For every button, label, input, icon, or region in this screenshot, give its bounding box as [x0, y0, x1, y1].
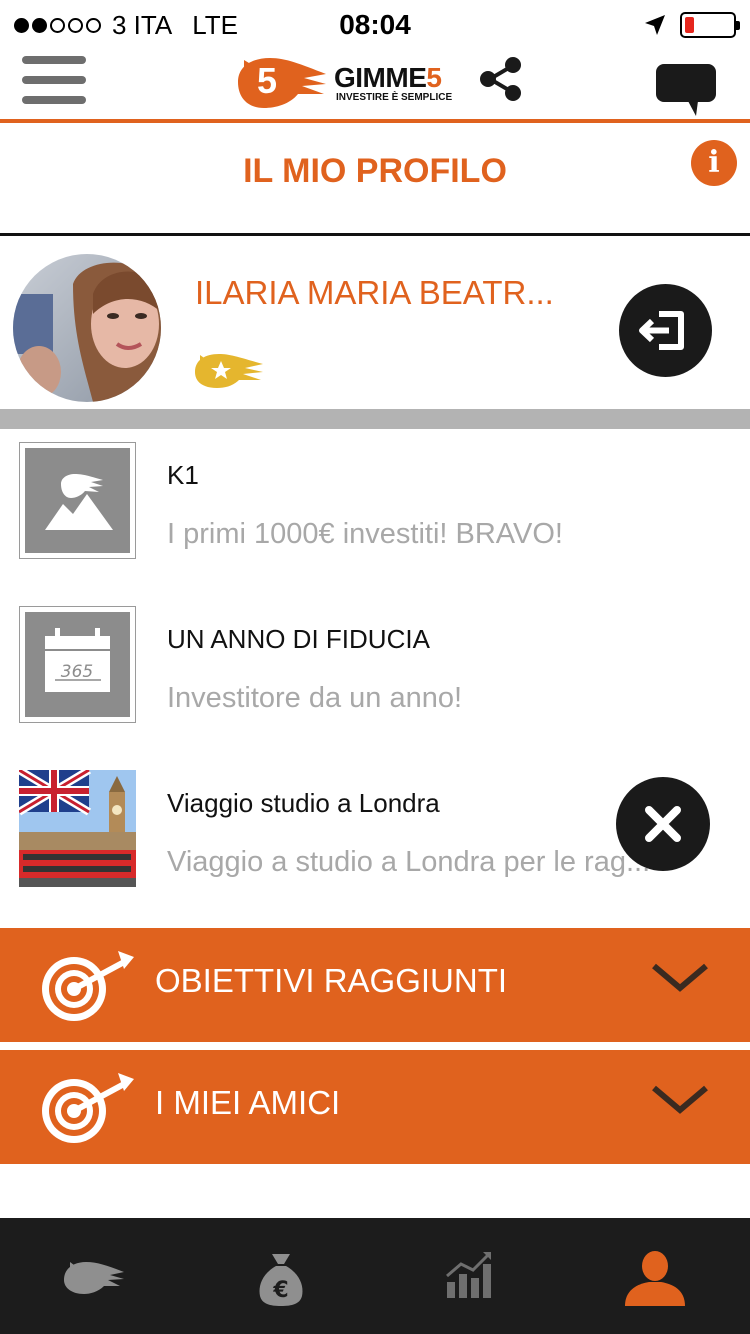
tab-charts[interactable] [374, 1218, 561, 1334]
logout-icon [639, 311, 684, 350]
section-label: I MIEI AMICI [155, 1084, 341, 1121]
logo-brand-main: GIMME [334, 62, 427, 93]
money-bag-icon: € [259, 1254, 302, 1306]
avatar[interactable] [13, 254, 161, 402]
tab-bar: € [0, 1218, 750, 1334]
header-divider [0, 119, 750, 123]
chevron-down-icon [652, 1085, 708, 1114]
goal-thumbnail [19, 442, 136, 559]
goal-description: I primi 1000€ investiti! BRAVO! [167, 518, 563, 550]
location-arrow-icon [645, 15, 665, 35]
logo-tagline: INVESTIRE È SEMPLICE [336, 92, 453, 103]
list-item[interactable]: 365 UN ANNO DI FIDUCIA Investitore da un… [0, 606, 750, 756]
goal-name: UN ANNO DI FIDUCIA [167, 624, 430, 654]
tab-home[interactable] [0, 1218, 187, 1334]
section-i-miei-amici[interactable]: I MIEI AMICI [0, 1050, 750, 1164]
goal-thumbnail [19, 770, 136, 887]
profile-icon [624, 1251, 685, 1306]
status-bar: 3 ITA LTE 08:04 [0, 0, 750, 50]
goal-name: K1 [167, 460, 199, 490]
logo-digit: 5 [257, 60, 278, 101]
info-icon[interactable]: i [691, 140, 737, 186]
page-title: IL MIO PROFILO [243, 152, 507, 190]
target-icon [42, 951, 134, 1021]
avatar-photo [13, 254, 161, 402]
chat-bubble-icon[interactable] [656, 64, 716, 116]
gimme5-logo: 5 GIMME5 INVESTIRE È SEMPLICE [230, 52, 470, 112]
battery-icon [680, 12, 740, 38]
chart-icon [445, 1252, 491, 1298]
star-bird-badge-icon [195, 354, 263, 388]
section-obiettivi-raggiunti[interactable]: OBIETTIVI RAGGIUNTI [0, 928, 750, 1042]
goal-description: Investitore da un anno! [167, 682, 463, 714]
calendar-icon: 365 [45, 628, 110, 692]
title-divider [0, 233, 750, 236]
bird-icon [63, 1262, 124, 1294]
close-icon [645, 806, 681, 842]
mountain-bird-icon [45, 474, 113, 530]
logo-bird-icon [238, 58, 326, 108]
hamburger-icon[interactable] [22, 56, 86, 106]
close-button[interactable] [616, 777, 710, 871]
tab-profile[interactable] [561, 1218, 748, 1334]
section-label: OBIETTIVI RAGGIUNTI [155, 962, 508, 999]
goal-name: Viaggio studio a Londra [167, 788, 440, 818]
tab-investments[interactable]: € [187, 1218, 374, 1334]
calendar-number: 365 [61, 662, 93, 682]
profile-divider [0, 409, 750, 429]
share-icon[interactable] [478, 56, 524, 102]
money-bag-symbol: € [272, 1278, 288, 1303]
chevron-down-icon [652, 963, 708, 992]
status-right [644, 12, 740, 38]
app-header: 5 GIMME5 INVESTIRE È SEMPLICE [0, 50, 750, 122]
target-icon [42, 1073, 134, 1143]
london-photo [19, 770, 136, 887]
profile-name: ILARIA MARIA BEATR... [195, 274, 554, 311]
logo-brand-suffix: 5 [426, 62, 442, 93]
logo-brand: GIMME5 [334, 62, 442, 94]
list-item[interactable]: K1 I primi 1000€ investiti! BRAVO! [0, 442, 750, 592]
logout-button[interactable] [619, 284, 712, 377]
goal-thumbnail: 365 [19, 606, 136, 723]
status-time: 08:04 [339, 9, 411, 40]
